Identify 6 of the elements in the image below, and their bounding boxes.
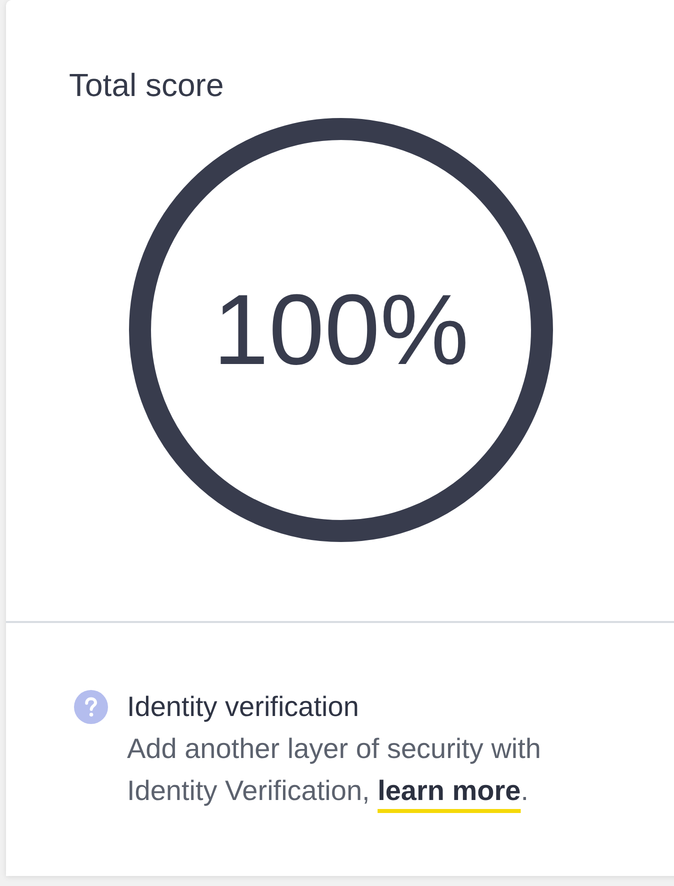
tip-description: Add another layer of security with Identity Verification, learn more. bbox=[127, 732, 542, 808]
learn-more-link[interactable]: learn more bbox=[378, 775, 521, 806]
score-value: 100% bbox=[213, 275, 469, 385]
tip-title: Identity verification bbox=[127, 690, 359, 724]
help-icon bbox=[74, 690, 108, 724]
score-title: Total score bbox=[69, 66, 224, 105]
